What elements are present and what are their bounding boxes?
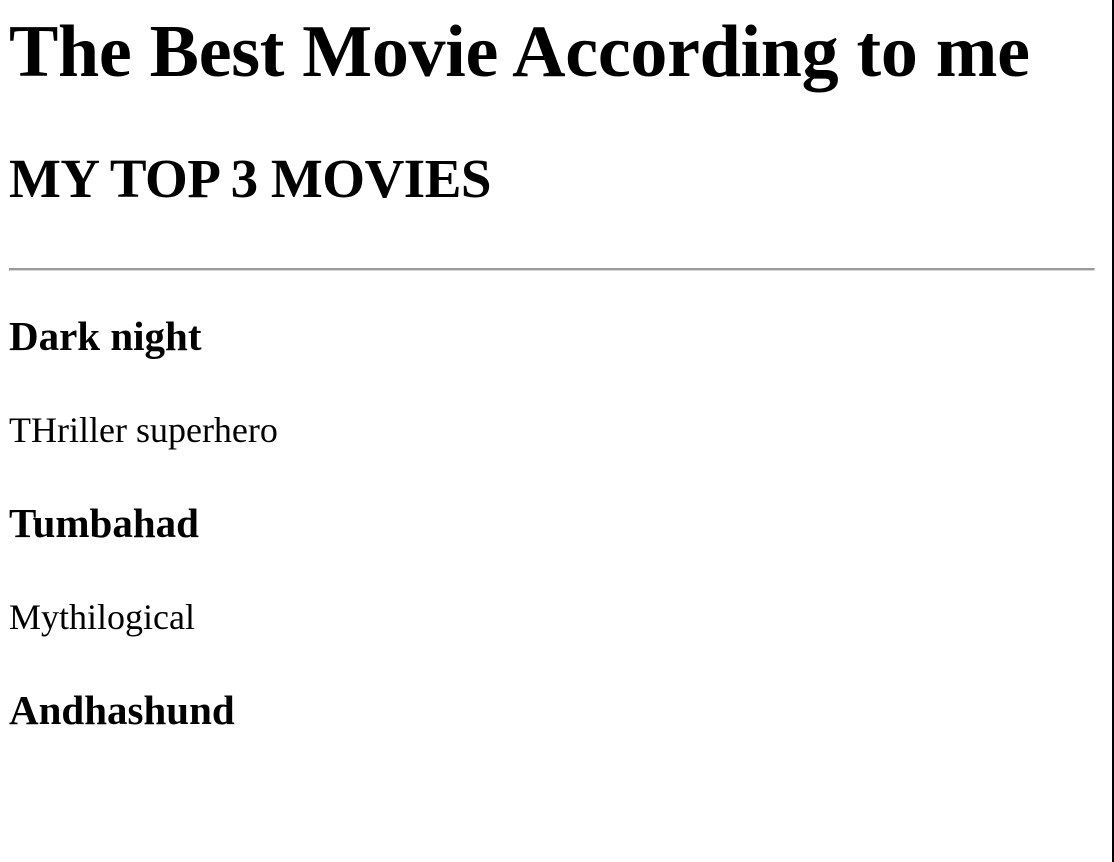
movie-title-andhashund: Andhashund — [9, 687, 235, 733]
movie-description-tumbahad: Mythilogical — [9, 597, 195, 637]
movie-title-dark-night: Dark night — [9, 313, 202, 359]
horizontal-divider — [9, 268, 1095, 271]
movie-title-tumbahad: Tumbahad — [9, 500, 199, 546]
movie-description-dark-night: THriller superhero — [9, 410, 278, 450]
section-heading: MY TOP 3 MOVIES — [9, 148, 491, 209]
page-title: The Best Movie According to me — [9, 11, 1030, 93]
